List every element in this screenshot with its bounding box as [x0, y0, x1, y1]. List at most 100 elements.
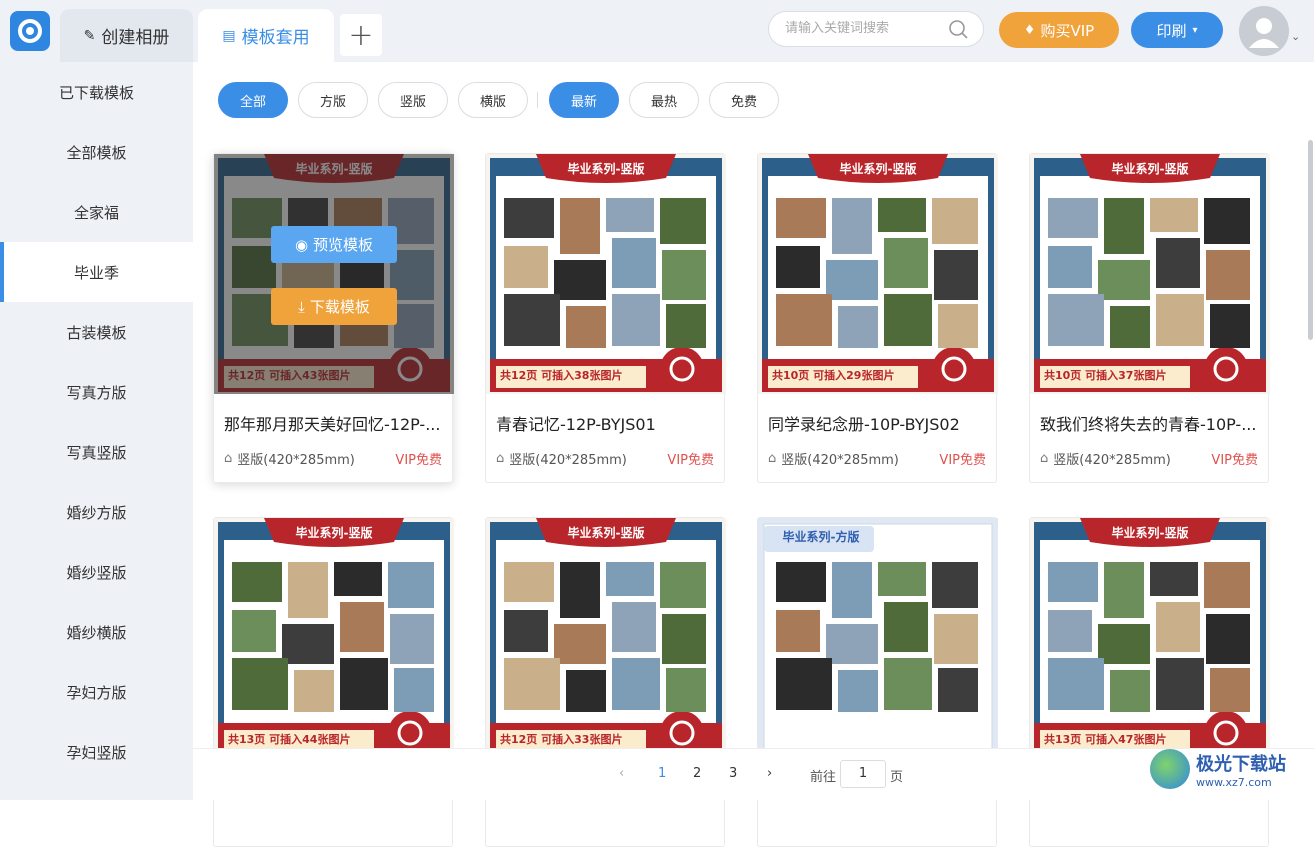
sidebar-item[interactable]: 毕业季	[0, 242, 193, 302]
page-3[interactable]: 3	[729, 766, 737, 781]
goto-page-input[interactable]: 1	[840, 760, 886, 788]
template-size: ⌂ 竖版(420*285mm)	[224, 449, 355, 468]
preview-label: 预览模板	[313, 236, 374, 254]
template-banner: 毕业系列-竖版	[1111, 162, 1189, 176]
watermark: 极光下载站 www.xz7.com	[1150, 744, 1310, 794]
sort-hottest[interactable]: 最热	[629, 82, 699, 118]
vip-free-badge: VIP免费	[667, 453, 714, 468]
template-title[interactable]: 同学录纪念册-10P-BYJS02	[768, 411, 990, 435]
template-title[interactable]: 青春记忆-12P-BYJS01	[496, 411, 718, 435]
template-thumbnail[interactable]: 毕业系列-竖版 共12页 可插入38张图片	[486, 154, 726, 394]
sidebar-item-label: 婚纱方版	[66, 503, 127, 522]
search-icon[interactable]	[948, 19, 968, 39]
sidebar-item[interactable]: 写真竖版	[0, 422, 193, 482]
sidebar: 已下载模板全部模板全家福毕业季 古装模板写真方版写真竖版婚纱方版婚纱竖版婚纱横版孕…	[0, 62, 193, 800]
template-thumbnail[interactable]: 毕业系列-竖版共12页 可插入43张图片◉预览模板⤓下载模板	[214, 154, 454, 394]
buy-vip-label: 购买VIP	[1040, 21, 1095, 40]
tab-create-album[interactable]: ✎ 创建相册	[60, 9, 193, 62]
sidebar-item[interactable]: 全家福	[0, 182, 193, 242]
template-size-label: 竖版(420*285mm)	[237, 453, 355, 468]
eye-icon: ◉	[294, 235, 309, 254]
filter-divider	[537, 92, 538, 108]
avatar-chevron-icon[interactable]: ⌄	[1291, 30, 1300, 43]
sidebar-item[interactable]: 已下载模板	[0, 62, 193, 122]
sort-newest[interactable]: 最新	[549, 82, 619, 118]
template-thumbnail[interactable]: 毕业系列-竖版共10页 可插入29张图片	[758, 154, 998, 394]
template-title[interactable]: 那年那月那天美好回忆-12P-...	[224, 411, 446, 435]
pagination-bar	[193, 748, 1314, 800]
sidebar-item[interactable]: 古装模板	[0, 302, 193, 362]
page-2[interactable]: 2	[693, 766, 701, 781]
sidebar-item[interactable]: 写真方版	[0, 362, 193, 422]
template-thumbnail[interactable]: 毕业系列-竖版 共12页 可插入33张图片	[486, 518, 726, 758]
sidebar-item-label: 婚纱横版	[66, 623, 127, 642]
sidebar-item-label: 全家福	[73, 203, 119, 222]
filter-landscape[interactable]: 横版	[458, 82, 528, 118]
preview-template-button[interactable]: ◉ 预览模板	[271, 226, 397, 263]
card-hover-overlay: ◉ 预览模板 ⤓ 下载模板	[214, 154, 454, 394]
template-page-info: 共12页 可插入38张图片	[500, 369, 623, 382]
filter-square[interactable]: 方版	[298, 82, 368, 118]
filter-all-label: 全部	[239, 94, 266, 110]
sidebar-item-label: 全部模板	[66, 143, 127, 162]
chevron-down-icon: ▾	[1192, 24, 1198, 36]
sort-newest-label: 最新	[570, 94, 597, 110]
prev-page-icon[interactable]: ‹	[619, 766, 624, 781]
download-template-button[interactable]: ⤓ 下载模板	[271, 288, 397, 325]
template-thumbnail[interactable]: 毕业系列-方版共13页 可插入42张图片	[758, 518, 998, 758]
template-size-label: 竖版(420*285mm)	[509, 453, 627, 468]
sidebar-item[interactable]: 孕妇方版	[0, 662, 193, 722]
page-1[interactable]: 1	[658, 766, 666, 781]
sidebar-item-label: 写真竖版	[66, 443, 127, 462]
diamond-icon: ♦	[1023, 22, 1036, 38]
filter-square-label: 方版	[319, 94, 346, 110]
sidebar-item[interactable]: 婚纱方版	[0, 482, 193, 542]
tab-template-apply[interactable]: ▤ 模板套用	[198, 9, 334, 62]
template-size: ⌂ 竖版(420*285mm)	[1040, 449, 1171, 468]
filter-portrait-label: 竖版	[399, 94, 426, 110]
template-title[interactable]: 致我们终将失去的青春-10P-...	[1040, 411, 1262, 435]
sidebar-item[interactable]: 孕妇竖版	[0, 722, 193, 782]
template-banner: 毕业系列-竖版	[1111, 526, 1189, 540]
template-page-info: 共13页 可插入44张图片	[228, 733, 351, 746]
logo-icon	[18, 19, 42, 43]
add-tab-button[interactable]: +	[340, 14, 382, 56]
watermark-logo-icon	[1150, 749, 1190, 789]
top-bar: ✎ 创建相册 ▤ 模板套用 + 请输入关键词搜索 ♦ 购买VIP 印刷 ▾ ⌄	[0, 0, 1314, 62]
app-logo[interactable]	[10, 11, 50, 51]
template-thumbnail[interactable]: 毕业系列-竖版 共13页 可插入44张图片	[214, 518, 454, 758]
filter-landscape-label: 横版	[479, 94, 506, 110]
scrollbar[interactable]	[1308, 140, 1313, 340]
template-page-info: 共12页 可插入33张图片	[500, 733, 623, 746]
next-page-icon[interactable]: ›	[767, 766, 772, 781]
template-size: ⌂ 竖版(420*285mm)	[496, 449, 627, 468]
layout-icon: ▤	[222, 27, 236, 44]
template-banner: 毕业系列-方版	[782, 530, 860, 544]
sidebar-item[interactable]: 全部模板	[0, 122, 193, 182]
sort-free[interactable]: 免费	[709, 82, 779, 118]
template-card[interactable]: 毕业系列-竖版 共10页 可插入29张图片 同学录纪念册-10P-BYJS02 ⌂ 竖版…	[757, 153, 998, 483]
search-placeholder: 请输入关键词搜索	[785, 21, 890, 36]
download-icon: ⤓	[298, 297, 305, 316]
buy-vip-button[interactable]: ♦ 购买VIP	[999, 12, 1119, 48]
print-button[interactable]: 印刷 ▾	[1131, 12, 1223, 48]
template-thumbnail[interactable]: 毕业系列-竖版 共13页 可插入47张图片	[1030, 518, 1270, 758]
tag-icon: ⌂	[496, 451, 505, 466]
template-card[interactable]: 毕业系列-竖版 共10页 可插入37张图片致我们终将失去的青春-10P-... ⌂ 竖…	[1029, 153, 1270, 483]
filter-portrait[interactable]: 竖版	[378, 82, 448, 118]
avatar[interactable]	[1239, 6, 1289, 56]
sidebar-item[interactable]: 婚纱横版	[0, 602, 193, 662]
filter-all[interactable]: 全部	[218, 82, 288, 118]
template-card[interactable]: 毕业系列-竖版共12页 可插入43张图片◉预览模板⤓下载模板那年那月那天美好回忆…	[213, 153, 454, 483]
sort-free-label: 免费	[730, 94, 757, 110]
tag-icon: ⌂	[1040, 451, 1049, 466]
tab-create-label: 创建相册	[101, 28, 170, 48]
tab-template-label: 模板套用	[241, 28, 310, 48]
template-banner: 毕业系列-竖版	[839, 162, 917, 176]
template-card[interactable]: 毕业系列-竖版 共12页 可插入38张图片青春记忆-12P-BYJS01 ⌂ 竖版(4…	[485, 153, 726, 483]
sidebar-item[interactable]: 婚纱竖版	[0, 542, 193, 602]
template-page-info: 共13页 可插入42张图片	[772, 732, 895, 745]
template-thumbnail[interactable]: 毕业系列-竖版 共10页 可插入37张图片	[1030, 154, 1270, 394]
template-page-info: 共10页 可插入29张图片	[772, 369, 895, 382]
sidebar-item-label: 写真方版	[66, 383, 127, 402]
